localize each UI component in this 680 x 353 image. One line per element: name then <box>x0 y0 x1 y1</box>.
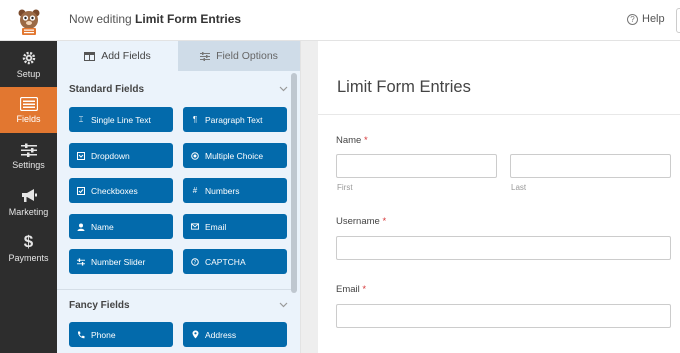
field-button-label: CAPTCHA <box>205 256 246 267</box>
section-fancy-fields[interactable]: Fancy Fields <box>69 300 130 311</box>
form-preview: Limit Form Entries Name * First Last Use… <box>318 60 680 353</box>
help-button[interactable]: ? Help <box>627 13 665 25</box>
hash-icon: # <box>192 186 198 195</box>
form-name: Limit Form Entries <box>135 12 242 26</box>
field-label-text: Username <box>336 216 380 227</box>
form-title: Limit Form Entries <box>337 78 471 96</box>
sliders-icon <box>20 143 37 157</box>
section-standard-fields[interactable]: Standard Fields <box>69 84 144 95</box>
tab-label: Add Fields <box>101 50 151 62</box>
top-action-button[interactable] <box>676 8 680 33</box>
map-pin-icon <box>191 330 199 339</box>
field-button-label: Number Slider <box>91 256 146 267</box>
section-divider <box>57 289 293 290</box>
add-multiple-choice-button[interactable]: Multiple Choice <box>183 143 287 168</box>
name-field-label: Name * <box>336 135 368 146</box>
gear-icon <box>22 51 35 64</box>
add-paragraph-text-button[interactable]: ¶ Paragraph Text <box>183 107 287 132</box>
field-button-label: Name <box>91 221 114 232</box>
last-sublabel: Last <box>511 183 527 192</box>
sidebar-item-fields[interactable]: Fields <box>0 87 57 133</box>
phone-icon <box>77 331 85 339</box>
sidebar-item-label: Fields <box>16 113 41 124</box>
tab-add-fields[interactable]: Add Fields <box>57 41 178 71</box>
help-label: Help <box>642 13 665 25</box>
sidebar-item-label: Marketing <box>8 206 49 217</box>
add-single-line-text-button[interactable]: ⌶ Single Line Text <box>69 107 173 132</box>
question-circle-icon: ? <box>627 13 638 25</box>
svg-text:?: ? <box>194 260 197 266</box>
sidebar-item-marketing[interactable]: Marketing <box>0 179 57 225</box>
paragraph-icon: ¶ <box>192 115 198 124</box>
tab-field-options[interactable]: Field Options <box>178 41 300 71</box>
field-button-label: Numbers <box>205 185 240 196</box>
required-mark: * <box>363 135 368 146</box>
email-field-label: Email * <box>336 284 366 295</box>
add-checkboxes-button[interactable]: Checkboxes <box>69 178 173 203</box>
panel-tabs: Add Fields Field Options <box>57 41 300 71</box>
table-icon <box>84 51 96 61</box>
add-number-slider-button[interactable]: Number Slider <box>69 249 173 274</box>
username-input[interactable] <box>336 236 671 260</box>
first-sublabel: First <box>337 183 353 192</box>
left-sidebar: Setup Fields Settings Marketing $ Paymen… <box>0 41 57 353</box>
bear-logo-icon <box>18 9 39 35</box>
field-button-label: Address <box>205 329 237 340</box>
dropdown-icon <box>77 151 85 160</box>
megaphone-icon <box>21 188 37 202</box>
fields-panel: Add Fields Field Options Standard Fields… <box>57 41 300 353</box>
sidebar-item-setup[interactable]: Setup <box>0 41 57 87</box>
field-button-label: Single Line Text <box>91 114 151 125</box>
add-address-button[interactable]: Address <box>183 322 287 347</box>
first-name-input[interactable] <box>336 154 497 178</box>
add-dropdown-button[interactable]: Dropdown <box>69 143 173 168</box>
checkbox-icon <box>77 186 85 195</box>
captcha-icon: ? <box>191 257 199 266</box>
sidebar-item-label: Payments <box>8 252 49 263</box>
field-button-label: Checkboxes <box>91 185 138 196</box>
sidebar-item-payments[interactable]: $ Payments <box>0 225 57 271</box>
last-name-input[interactable] <box>510 154 671 178</box>
email-input[interactable] <box>336 304 671 328</box>
sidebar-item-label: Settings <box>12 159 45 170</box>
field-button-label: Phone <box>91 329 116 340</box>
chevron-down-icon[interactable] <box>279 86 288 92</box>
user-icon <box>77 223 85 231</box>
title-divider <box>318 114 680 115</box>
add-name-button[interactable]: Name <box>69 214 173 239</box>
username-field-label: Username * <box>336 216 386 227</box>
fields-list-icon <box>19 96 38 111</box>
chevron-down-icon[interactable] <box>279 302 288 308</box>
wpforms-logo[interactable] <box>0 0 57 41</box>
top-bar: Now editing Limit Form Entries ? Help <box>0 0 680 41</box>
field-label-text: Email <box>336 284 360 295</box>
required-mark: * <box>362 284 367 295</box>
sidebar-item-settings[interactable]: Settings <box>0 133 57 179</box>
envelope-icon <box>191 223 199 231</box>
add-captcha-button[interactable]: ? CAPTCHA <box>183 249 287 274</box>
editing-prefix: Now editing <box>69 12 132 26</box>
add-email-button[interactable]: Email <box>183 214 287 239</box>
add-numbers-button[interactable]: # Numbers <box>183 178 287 203</box>
sidebar-item-label: Setup <box>16 68 41 79</box>
field-button-label: Paragraph Text <box>205 114 263 125</box>
field-button-label: Multiple Choice <box>205 150 264 161</box>
field-button-label: Dropdown <box>91 150 130 161</box>
editing-title: Now editing Limit Form Entries <box>69 12 241 26</box>
slider-icon <box>77 257 85 266</box>
panel-scrollbar[interactable] <box>291 73 297 293</box>
tab-label: Field Options <box>216 50 278 62</box>
canvas-background <box>300 41 318 353</box>
radio-icon <box>191 151 199 160</box>
sliders-icon <box>200 51 211 61</box>
dollar-icon: $ <box>23 231 34 251</box>
required-mark: * <box>382 216 387 227</box>
add-phone-button[interactable]: Phone <box>69 322 173 347</box>
field-label-text: Name <box>336 135 362 146</box>
text-cursor-icon: ⌶ <box>78 114 84 124</box>
field-button-label: Email <box>205 221 227 232</box>
